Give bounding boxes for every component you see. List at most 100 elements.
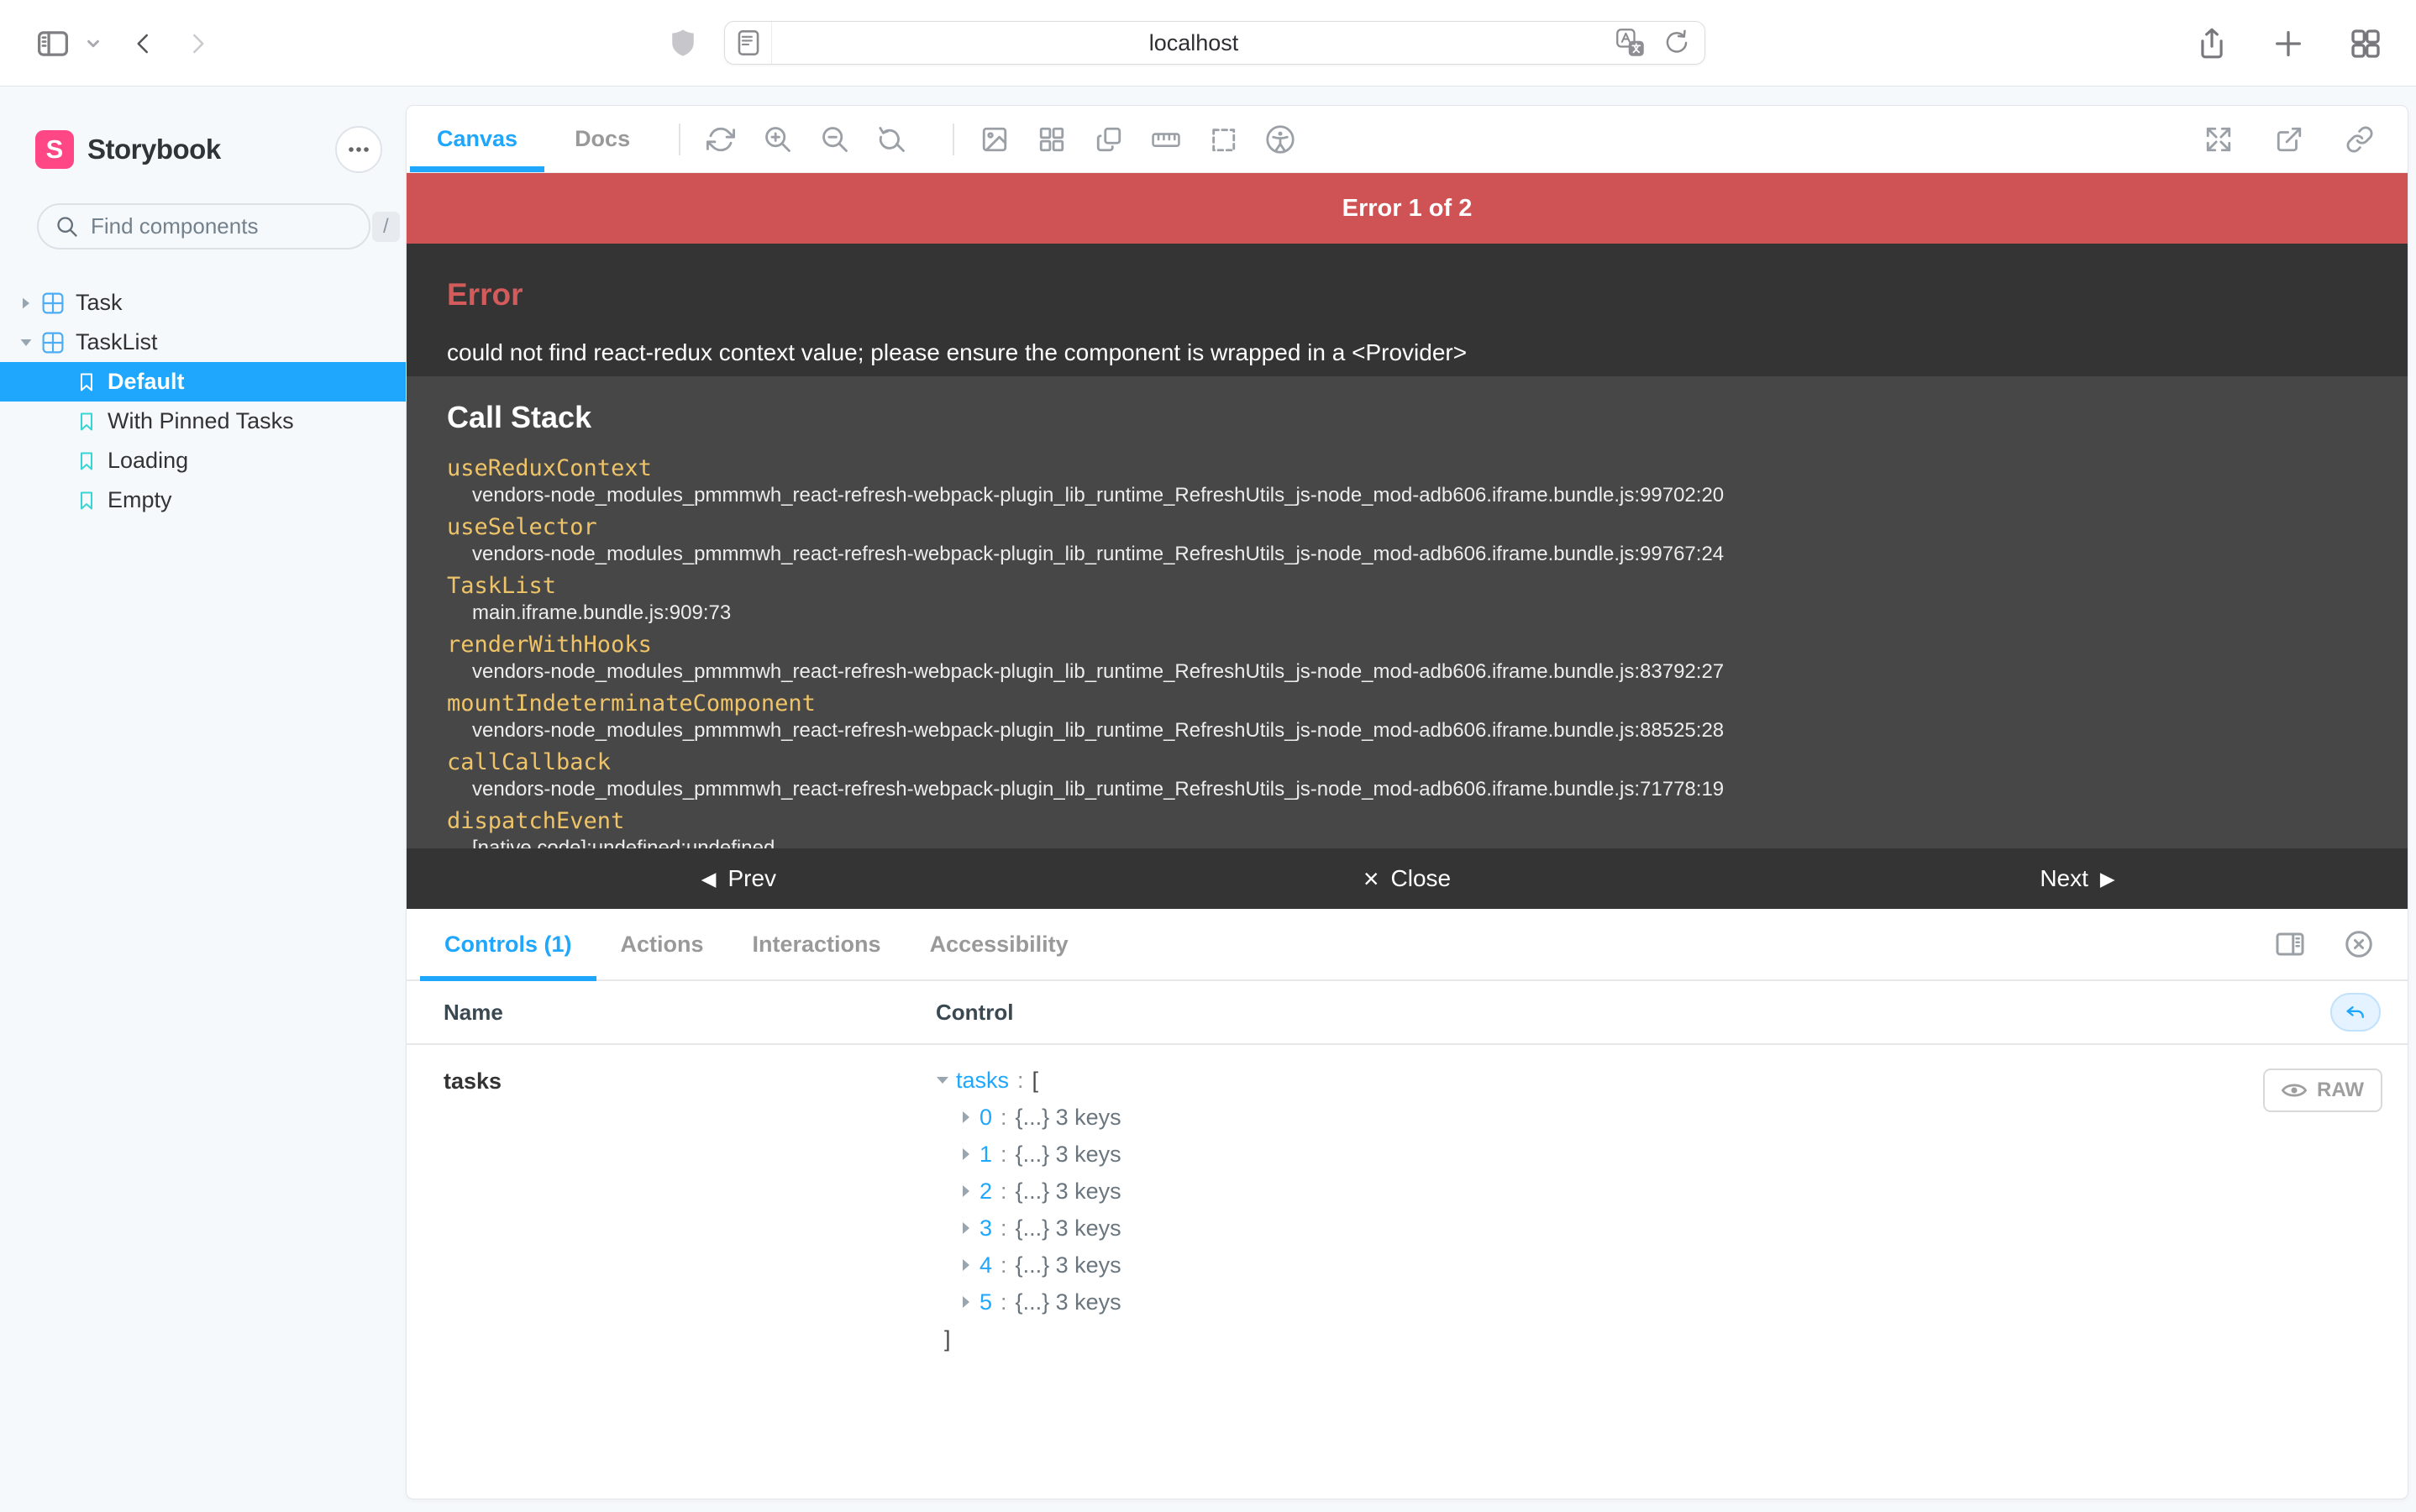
measure-icon[interactable]	[1148, 121, 1184, 158]
controls-table-header: Name Control	[407, 981, 2408, 1045]
json-expander-collapsed-icon[interactable]	[959, 1259, 973, 1271]
sidebar-menu-button[interactable]	[335, 126, 382, 173]
browser-toolbar: localhost	[0, 0, 2416, 87]
sidebar-item-label: Empty	[108, 487, 172, 513]
background-icon[interactable]	[976, 121, 1013, 158]
bookmark-icon	[77, 372, 96, 392]
prev-error-button[interactable]: ◀ Prev	[701, 865, 776, 892]
call-stack-section: Call Stack useReduxContextvendors-node_m…	[407, 376, 2408, 848]
search-shortcut-badge: /	[372, 212, 400, 242]
json-item-row[interactable]: 4 : {...} 3 keys	[936, 1247, 1121, 1284]
stack-frame: TaskListmain.iframe.bundle.js:909:73	[447, 571, 2367, 626]
zoom-in-icon[interactable]	[759, 121, 796, 158]
translate-icon[interactable]	[1615, 28, 1646, 58]
error-nav-footer: ◀ Prev × Close Next ▶	[407, 848, 2408, 909]
tab-canvas[interactable]: Canvas	[410, 106, 544, 172]
json-root-row[interactable]: tasks : [	[936, 1062, 1121, 1099]
sidebar-item-default[interactable]: Default	[0, 362, 406, 402]
tab-actions[interactable]: Actions	[596, 909, 728, 979]
json-expander-collapsed-icon[interactable]	[959, 1111, 973, 1123]
outline-icon[interactable]	[1205, 121, 1242, 158]
prev-arrow-icon: ◀	[701, 868, 717, 890]
stack-frame: useReduxContextvendors-node_modules_pmmm…	[447, 454, 2367, 508]
next-error-button[interactable]: Next ▶	[2040, 865, 2114, 892]
url-text[interactable]: localhost	[772, 30, 1615, 56]
json-expander-collapsed-icon[interactable]	[959, 1296, 973, 1308]
bookmark-icon	[77, 451, 96, 471]
close-icon: ×	[1363, 867, 1379, 890]
open-new-tab-icon[interactable]	[2275, 125, 2303, 154]
zoom-out-icon[interactable]	[817, 121, 853, 158]
share-icon[interactable]	[2196, 26, 2228, 61]
tab-accessibility[interactable]: Accessibility	[906, 909, 1093, 979]
json-item-row[interactable]: 2 : {...} 3 keys	[936, 1173, 1121, 1210]
json-expander-expanded-icon[interactable]	[936, 1077, 949, 1084]
address-bar[interactable]: localhost	[724, 21, 1705, 65]
tab-interactions[interactable]: Interactions	[728, 909, 906, 979]
json-item-row[interactable]: 0 : {...} 3 keys	[936, 1099, 1121, 1136]
arg-name: tasks	[407, 1045, 936, 1499]
column-control: Control	[936, 1000, 1013, 1026]
tab-controls[interactable]: Controls (1)	[420, 909, 596, 979]
error-pagination-banner: Error 1 of 2	[407, 173, 2408, 244]
privacy-shield-icon[interactable]	[669, 25, 697, 65]
sidebar-item-with-pinned-tasks[interactable]: With Pinned Tasks	[0, 402, 406, 441]
brand-title: Storybook	[87, 134, 335, 165]
json-expander-collapsed-icon[interactable]	[959, 1222, 973, 1234]
search-icon	[55, 215, 79, 239]
copy-link-icon[interactable]	[2345, 125, 2374, 154]
eye-icon	[2282, 1081, 2307, 1100]
error-header: Error could not find react-redux context…	[407, 244, 2408, 376]
addon-tab-bar: Controls (1) Actions Interactions Access…	[407, 909, 2408, 981]
raw-toggle-button[interactable]: RAW	[2263, 1068, 2382, 1112]
json-expander-collapsed-icon[interactable]	[959, 1185, 973, 1197]
close-error-button[interactable]: × Close	[1363, 865, 1451, 892]
sidebar-toggle-icon[interactable]	[35, 29, 71, 59]
reset-controls-button[interactable]	[2330, 993, 2381, 1032]
stack-frame: renderWithHooksvendors-node_modules_pmmm…	[447, 630, 2367, 685]
toolbar-divider	[679, 123, 680, 155]
fullscreen-icon[interactable]	[2204, 125, 2233, 154]
reload-icon[interactable]	[1662, 29, 1689, 56]
sidebar-item-label: With Pinned Tasks	[108, 408, 294, 434]
expander-expanded-icon[interactable]	[18, 339, 34, 347]
zoom-reset-icon[interactable]	[874, 121, 911, 158]
remount-icon[interactable]	[702, 121, 739, 158]
sidebar-item-empty[interactable]: Empty	[0, 480, 406, 520]
column-name: Name	[407, 1000, 936, 1026]
stack-frame: callCallbackvendors-node_modules_pmmmwh_…	[447, 748, 2367, 802]
component-icon	[42, 292, 64, 314]
new-tab-icon[interactable]	[2272, 27, 2305, 60]
search-field[interactable]: /	[37, 203, 370, 249]
tab-docs[interactable]: Docs	[548, 106, 657, 172]
stack-frame: useSelectorvendors-node_modules_pmmmwh_r…	[447, 512, 2367, 567]
sidebar-item-label: Loading	[108, 448, 188, 474]
search-input[interactable]	[91, 213, 372, 239]
expander-collapsed-icon[interactable]	[18, 297, 34, 310]
json-item-row[interactable]: 1 : {...} 3 keys	[936, 1136, 1121, 1173]
panel-position-icon[interactable]	[2275, 930, 2305, 958]
grid-icon[interactable]	[1033, 121, 1070, 158]
json-item-row[interactable]: 5 : {...} 3 keys	[936, 1284, 1121, 1320]
sidebar-item-loading[interactable]: Loading	[0, 441, 406, 480]
sidebar-item-label: Task	[76, 290, 123, 316]
tab-overview-icon[interactable]	[2349, 27, 2382, 60]
call-stack-title: Call Stack	[447, 400, 2367, 435]
forward-button[interactable]	[185, 29, 210, 58]
sidebar-item-task[interactable]: Task	[0, 283, 406, 323]
chevron-down-icon[interactable]	[84, 34, 102, 53]
accessibility-vision-icon[interactable]	[1262, 121, 1299, 158]
reader-view-icon[interactable]	[725, 22, 772, 64]
json-item-row[interactable]: 3 : {...} 3 keys	[936, 1210, 1121, 1247]
arg-control-tree: tasks : [ 0 : {...} 3 keys 1 : {...} 3 k…	[936, 1045, 1121, 1499]
json-expander-collapsed-icon[interactable]	[959, 1148, 973, 1160]
toolbar-divider	[953, 123, 954, 155]
bookmark-icon	[77, 491, 96, 511]
sidebar-item-tasklist[interactable]: TaskList	[0, 323, 406, 362]
canvas-toolbar: Canvas Docs	[407, 106, 2408, 173]
close-panel-icon[interactable]	[2344, 929, 2374, 959]
sidebar-item-label: Default	[108, 369, 185, 395]
storybook-sidebar: S Storybook / Task TaskList	[0, 87, 406, 1512]
viewport-icon[interactable]	[1090, 121, 1127, 158]
back-button[interactable]	[131, 29, 156, 58]
